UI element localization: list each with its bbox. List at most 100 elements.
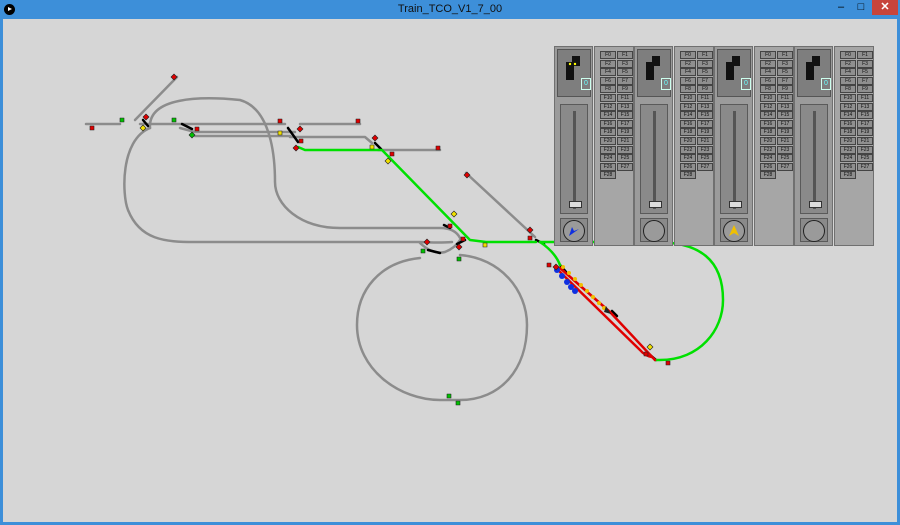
speed-slider[interactable]	[800, 104, 828, 214]
function-key-f8[interactable]: F8	[680, 85, 696, 94]
function-key-f22[interactable]: F22	[600, 145, 616, 154]
function-key-f23[interactable]: F23	[857, 145, 873, 154]
direction-indicator[interactable]: 0	[661, 78, 671, 90]
function-key-f26[interactable]: F26	[840, 162, 856, 171]
function-key-f22[interactable]: F22	[760, 145, 776, 154]
function-key-f12[interactable]: F12	[840, 102, 856, 111]
function-key-f12[interactable]: F12	[760, 102, 776, 111]
function-key-f10[interactable]: F10	[680, 94, 696, 102]
function-key-f0[interactable]: F0	[840, 51, 856, 59]
function-key-f7[interactable]: F7	[857, 76, 873, 85]
function-key-f21[interactable]: F21	[617, 137, 633, 145]
function-key-f28[interactable]: F28	[680, 171, 696, 180]
function-key-f26[interactable]: F26	[680, 162, 696, 171]
function-key-f17[interactable]: F17	[777, 119, 793, 128]
function-key-f23[interactable]: F23	[777, 145, 793, 154]
function-key-f7[interactable]: F7	[777, 76, 793, 85]
function-key-f10[interactable]: F10	[840, 94, 856, 102]
function-key-f9[interactable]: F9	[857, 85, 873, 94]
loco-display[interactable]: 0	[557, 49, 591, 97]
function-key-f28[interactable]: F28	[600, 171, 616, 180]
function-key-f12[interactable]: F12	[600, 102, 616, 111]
function-key-f12[interactable]: F12	[680, 102, 696, 111]
function-key-f21[interactable]: F21	[777, 137, 793, 145]
function-key-f27[interactable]: F27	[617, 162, 633, 171]
function-key-f6[interactable]: F6	[600, 76, 616, 85]
function-key-f5[interactable]: F5	[857, 68, 873, 77]
function-key-f9[interactable]: F9	[617, 85, 633, 94]
speed-slider[interactable]	[720, 104, 748, 214]
title-bar[interactable]: Train_TCO_V1_7_00 – □ ✕	[0, 0, 900, 19]
direction-dial[interactable]	[800, 218, 828, 242]
function-key-f14[interactable]: F14	[600, 111, 616, 120]
function-key-f22[interactable]: F22	[840, 145, 856, 154]
track-layout-canvas[interactable]: 0 F0 F1 F2 F3 F4 F5 F6 F7 F8 F9 F10 F11 F12 F13 F14 F15 F…	[3, 19, 897, 522]
speed-slider[interactable]	[560, 104, 588, 214]
function-key-f25[interactable]: F25	[857, 154, 873, 163]
function-key-f17[interactable]: F17	[697, 119, 713, 128]
function-key-f24[interactable]: F24	[840, 154, 856, 163]
function-key-f4[interactable]: F4	[760, 68, 776, 77]
function-key-f20[interactable]: F20	[600, 137, 616, 145]
function-key-f16[interactable]: F16	[840, 119, 856, 128]
loco-display[interactable]: 0	[637, 49, 671, 97]
track-upper-loop[interactable]	[148, 97, 462, 240]
function-key-f16[interactable]: F16	[760, 119, 776, 128]
function-key-f6[interactable]: F6	[680, 76, 696, 85]
function-key-f11[interactable]: F11	[617, 94, 633, 102]
function-key-f18[interactable]: F18	[840, 128, 856, 137]
function-key-f8[interactable]: F8	[840, 85, 856, 94]
function-key-f24[interactable]: F24	[600, 154, 616, 163]
function-key-f23[interactable]: F23	[617, 145, 633, 154]
speed-slider[interactable]	[640, 104, 668, 214]
function-key-f5[interactable]: F5	[617, 68, 633, 77]
function-key-f3[interactable]: F3	[777, 59, 793, 68]
function-key-f16[interactable]: F16	[600, 119, 616, 128]
track-left-loop[interactable]	[123, 126, 454, 244]
function-key-f11[interactable]: F11	[777, 94, 793, 102]
function-key-f14[interactable]: F14	[840, 111, 856, 120]
function-key-f6[interactable]: F6	[840, 76, 856, 85]
direction-dial[interactable]	[560, 218, 588, 242]
function-key-f5[interactable]: F5	[697, 68, 713, 77]
function-key-f9[interactable]: F9	[777, 85, 793, 94]
function-key-f15[interactable]: F15	[857, 111, 873, 120]
slider-knob[interactable]	[729, 201, 742, 208]
function-key-f25[interactable]: F25	[777, 154, 793, 163]
function-key-f13[interactable]: F13	[777, 102, 793, 111]
function-key-f26[interactable]: F26	[760, 162, 776, 171]
direction-indicator[interactable]: 0	[741, 78, 751, 90]
direction-dial[interactable]	[720, 218, 748, 242]
function-key-f0[interactable]: F0	[680, 51, 696, 59]
function-key-f18[interactable]: F18	[600, 128, 616, 137]
function-key-f17[interactable]: F17	[617, 119, 633, 128]
maximize-button[interactable]: □	[852, 0, 870, 15]
function-key-f8[interactable]: F8	[600, 85, 616, 94]
function-key-f23[interactable]: F23	[697, 145, 713, 154]
function-key-f13[interactable]: F13	[697, 102, 713, 111]
function-key-f2[interactable]: F2	[680, 59, 696, 68]
function-key-f21[interactable]: F21	[857, 137, 873, 145]
function-key-f5[interactable]: F5	[777, 68, 793, 77]
function-key-f8[interactable]: F8	[760, 85, 776, 94]
track-diagonal-upper[interactable]	[464, 171, 537, 239]
function-key-f15[interactable]: F15	[777, 111, 793, 120]
function-key-f25[interactable]: F25	[617, 154, 633, 163]
function-key-f10[interactable]: F10	[760, 94, 776, 102]
function-key-f13[interactable]: F13	[857, 102, 873, 111]
loco-display[interactable]: 0	[717, 49, 751, 97]
function-key-f26[interactable]: F26	[600, 162, 616, 171]
function-key-f14[interactable]: F14	[760, 111, 776, 120]
function-key-f2[interactable]: F2	[760, 59, 776, 68]
function-key-f4[interactable]: F4	[600, 68, 616, 77]
track-round-loop[interactable]	[355, 253, 529, 402]
function-key-f1[interactable]: F1	[617, 51, 633, 59]
function-key-f0[interactable]: F0	[600, 51, 616, 59]
function-key-f17[interactable]: F17	[857, 119, 873, 128]
function-key-f9[interactable]: F9	[697, 85, 713, 94]
function-key-f2[interactable]: F2	[600, 59, 616, 68]
slider-knob[interactable]	[569, 201, 582, 208]
function-key-f27[interactable]: F27	[857, 162, 873, 171]
loco-display[interactable]: 0	[797, 49, 831, 97]
function-key-f24[interactable]: F24	[760, 154, 776, 163]
